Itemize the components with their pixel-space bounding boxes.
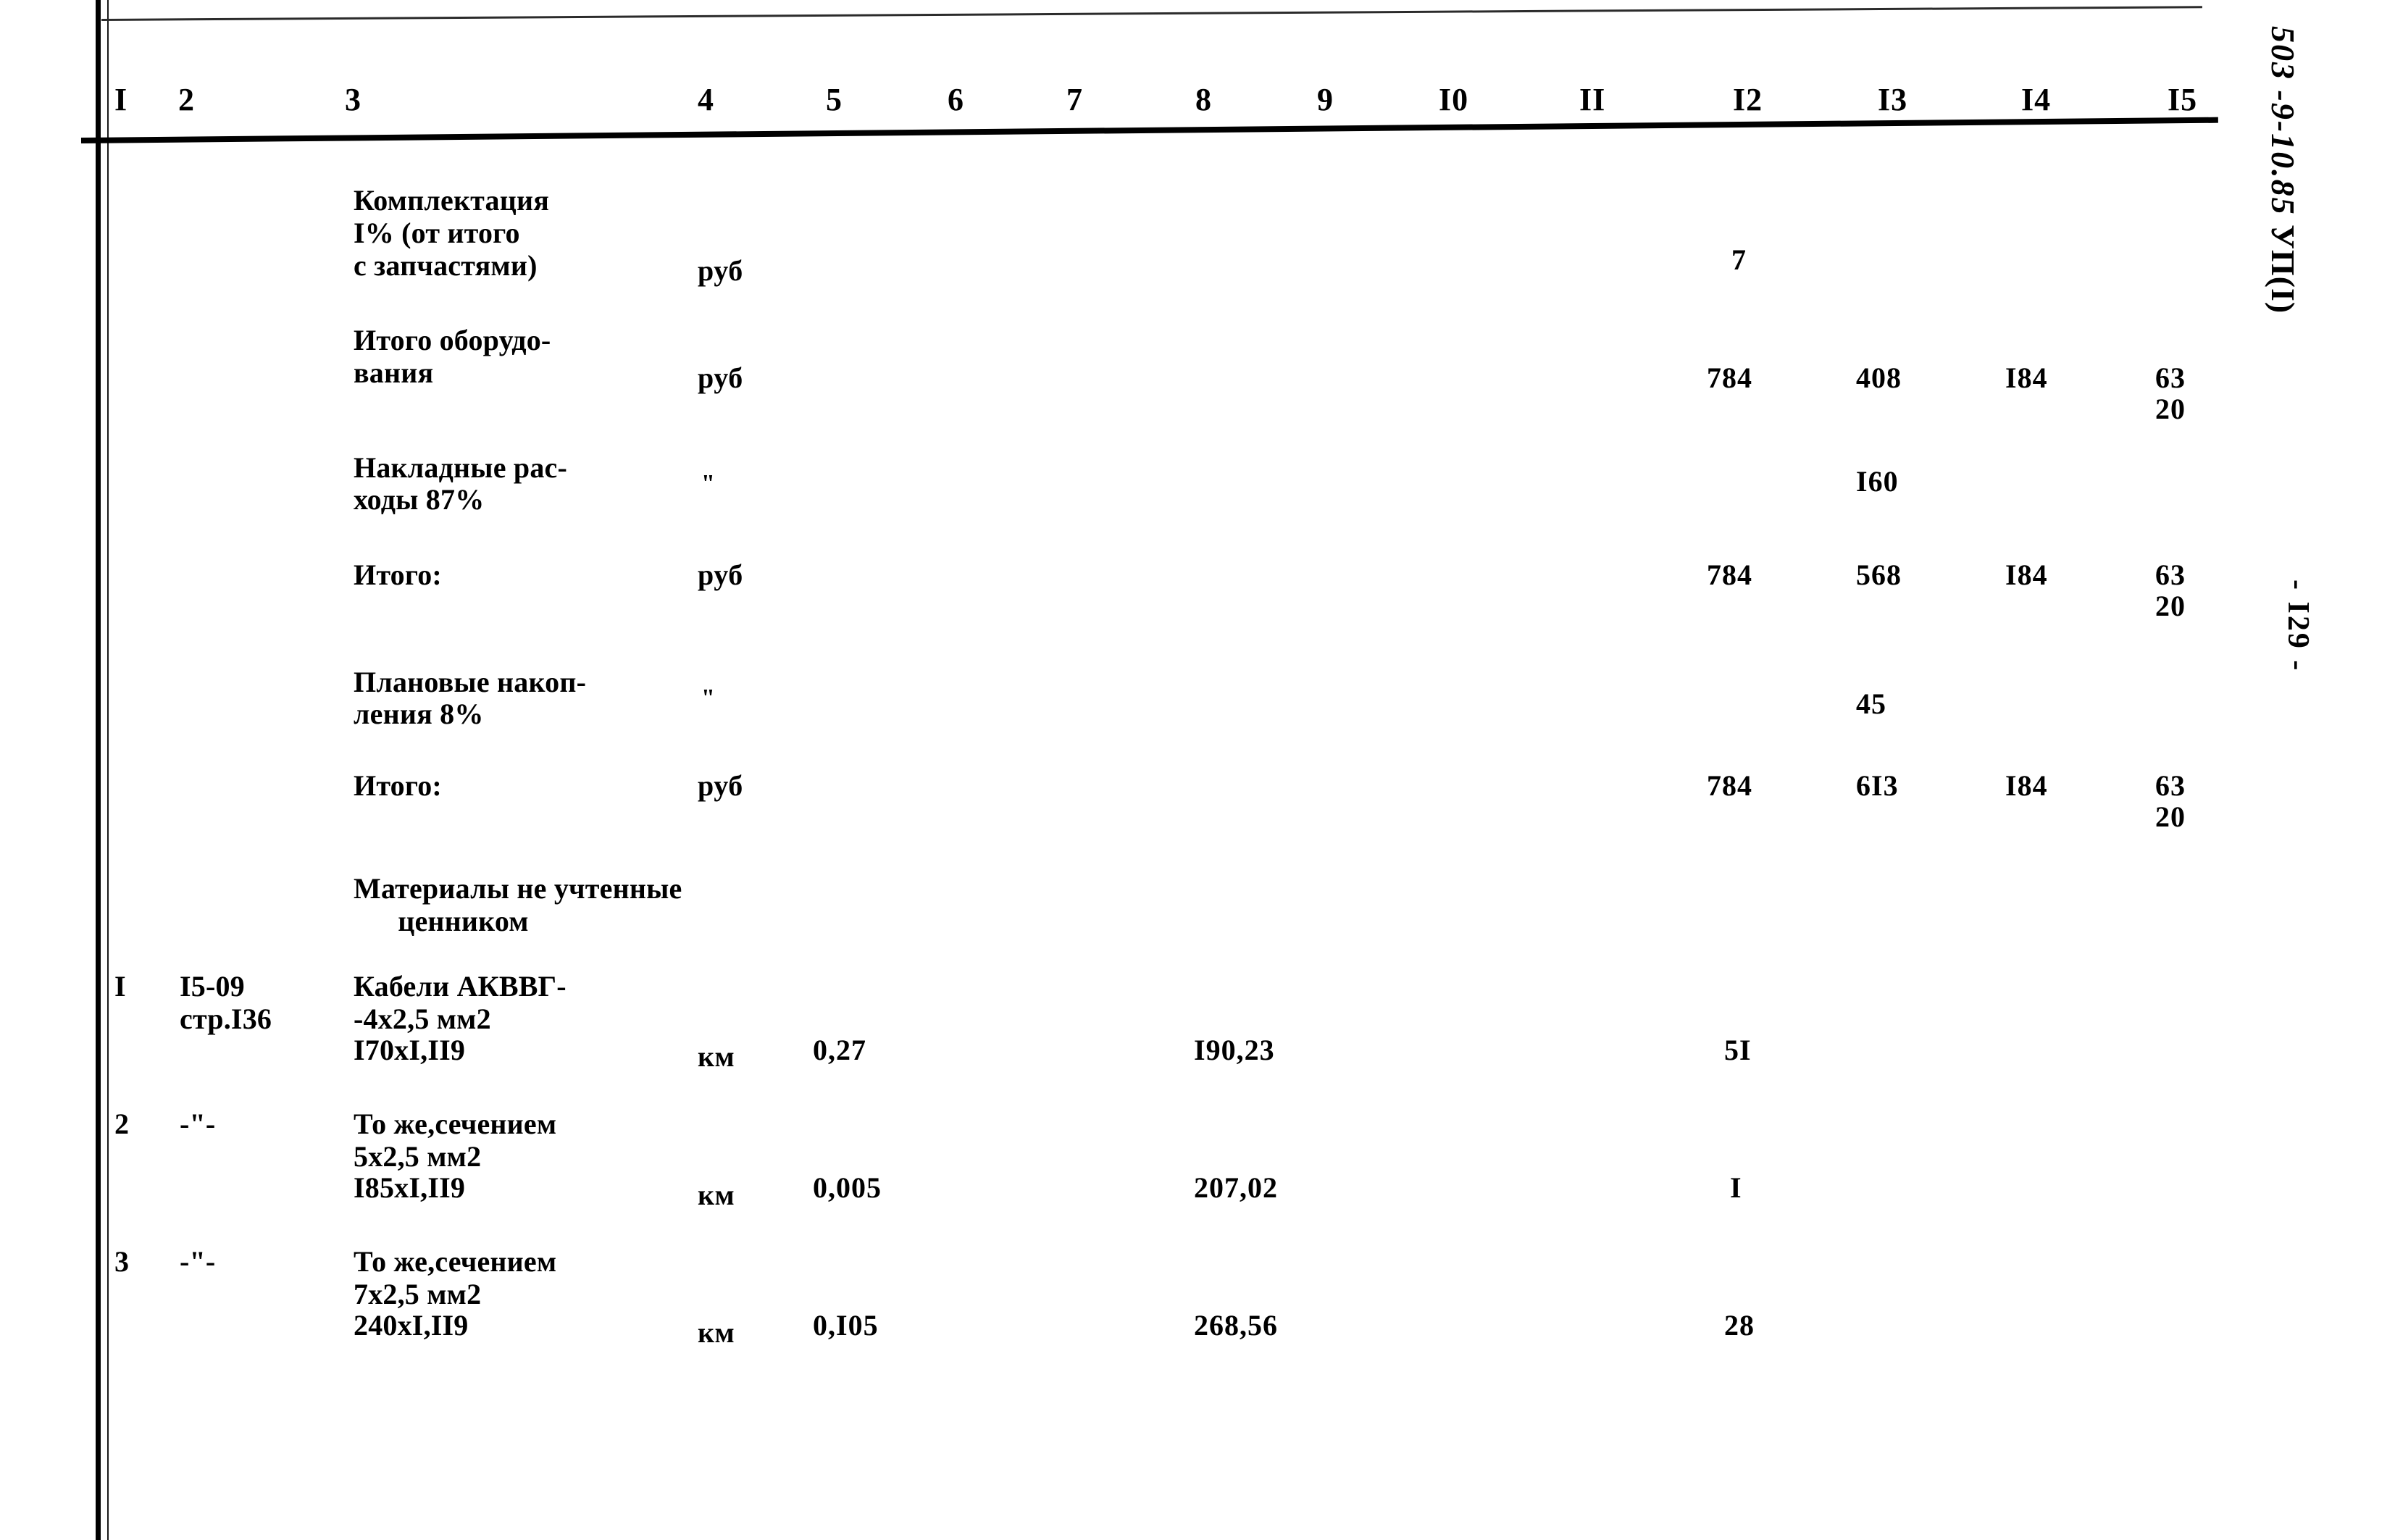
section-heading: Материалы не учтенные [354,872,682,905]
column-header-2: 2 [178,82,195,117]
table-row-value-c13: 45 [1856,687,1886,720]
table-row-value-c15: 63 [2155,558,2186,591]
table-row-value-c13: 568 [1856,558,1902,591]
table-row-unit: руб [698,769,743,802]
table-row-value-c15: 63 [2155,361,2186,394]
table-row-value-c14: I84 [2005,558,2048,591]
column-header-11: II [1579,82,1606,117]
table-row-unit: км [698,1179,735,1211]
table-row-description: с запчастями) [354,249,538,282]
table-row-code: -"- [180,1245,216,1278]
column-header-12: I2 [1733,82,1763,117]
table-row-code: -"- [180,1108,216,1140]
table-row-value-c14: I84 [2005,769,2048,802]
table-row-value-c12: I [1730,1171,1742,1204]
table-row-description: ления 8% [354,698,484,730]
table-row-value-c14: I84 [2005,361,2048,394]
table-row-description: То же,сечением [354,1245,557,1278]
table-row-description: 5х2,5 мм2 [354,1140,482,1173]
column-header-4: 4 [698,82,714,117]
table-row-value-c5: 0,27 [813,1034,866,1066]
table-row-unit: " [701,685,716,711]
section-heading: ценником [354,905,529,937]
table-row-description: I85хI,II9 [354,1171,466,1204]
table-row-description: ходы 87% [354,483,485,516]
table-row-number: 3 [114,1245,130,1278]
table-row-value-c12: 7 [1731,243,1747,276]
table-row-description: Комплектация [354,184,550,217]
table-row-unit: км [698,1316,735,1349]
table-row-description: Итого: [354,558,442,591]
table-left-inner-border [107,0,109,1540]
column-header-9: 9 [1317,82,1334,117]
table-row-description: I70хI,II9 [354,1034,466,1066]
table-row-unit: руб [698,558,743,591]
table-row-description: 240хI,II9 [354,1309,469,1342]
column-header-8: 8 [1195,82,1212,117]
table-row-number: 2 [114,1108,130,1140]
table-row-value-c15: 20 [2155,800,2186,833]
table-row-value-c13: 408 [1856,361,1902,394]
document-page: I 2 3 4 5 6 7 8 9 I0 II I2 I3 I4 I5 Комп… [0,0,2395,1540]
column-header-3: 3 [345,82,361,117]
table-row-unit: " [701,470,716,497]
table-row-description: Кабели АКВВГ- [354,970,567,1003]
column-header-1: I [114,82,128,117]
table-row-value-c12: 784 [1707,361,1752,394]
sheet-code-number: 503 -9-10.85 [2265,26,2302,216]
table-row-value-c15: 20 [2155,393,2186,425]
page-number: - I29 - [2281,579,2315,673]
table-row-description: Итого оборудо- [354,324,551,356]
table-row-value-c15: 20 [2155,590,2186,622]
table-row-description: Плановые накоп- [354,666,587,698]
table-top-rule [101,6,2202,21]
table-row-description: 7х2,5 мм2 [354,1278,482,1310]
table-row-unit: км [698,1040,735,1073]
sheet-code: 503 -9-10.85 УП(I) [2264,26,2302,314]
table-row-unit: руб [698,254,743,287]
table-row-code: I5-09 [180,970,245,1003]
table-row-description: Итого: [354,769,442,802]
table-row-value-c12: 784 [1707,558,1752,591]
column-header-5: 5 [826,82,843,117]
table-row-value-c13: 6I3 [1856,769,1899,802]
column-header-15: I5 [2168,82,2198,117]
table-row-number: I [114,970,127,1003]
sheet-code-suffix: УП(I) [2265,215,2302,314]
column-header-13: I3 [1878,82,1908,117]
table-row-description: вания [354,356,434,389]
table-row-value-c5: 0,005 [813,1171,882,1204]
table-row-value-c8: 207,02 [1194,1171,1278,1204]
table-row-unit: руб [698,361,743,394]
column-header-7: 7 [1066,82,1083,117]
table-row-value-c12: 784 [1707,769,1752,802]
column-header-10: I0 [1439,82,1469,117]
table-row-value-c15: 63 [2155,769,2186,802]
table-header-rule [80,117,2218,143]
table-row-description: То же,сечением [354,1108,557,1140]
table-row-value-c12: 5I [1724,1034,1752,1066]
table-row-description: Накладные рас- [354,451,567,484]
column-header-14: I4 [2021,82,2052,117]
table-row-value-c5: 0,I05 [813,1309,879,1342]
column-header-6: 6 [948,82,964,117]
table-left-border [96,0,101,1540]
table-row-value-c12: 28 [1724,1309,1755,1342]
table-row-value-c8: I90,23 [1194,1034,1275,1066]
table-row-description: I% (от итого [354,217,520,249]
table-row-description: -4х2,5 мм2 [354,1003,491,1035]
table-row-code: стр.I36 [180,1003,272,1035]
table-row-value-c8: 268,56 [1194,1309,1278,1342]
table-row-value-c13: I60 [1856,465,1899,498]
